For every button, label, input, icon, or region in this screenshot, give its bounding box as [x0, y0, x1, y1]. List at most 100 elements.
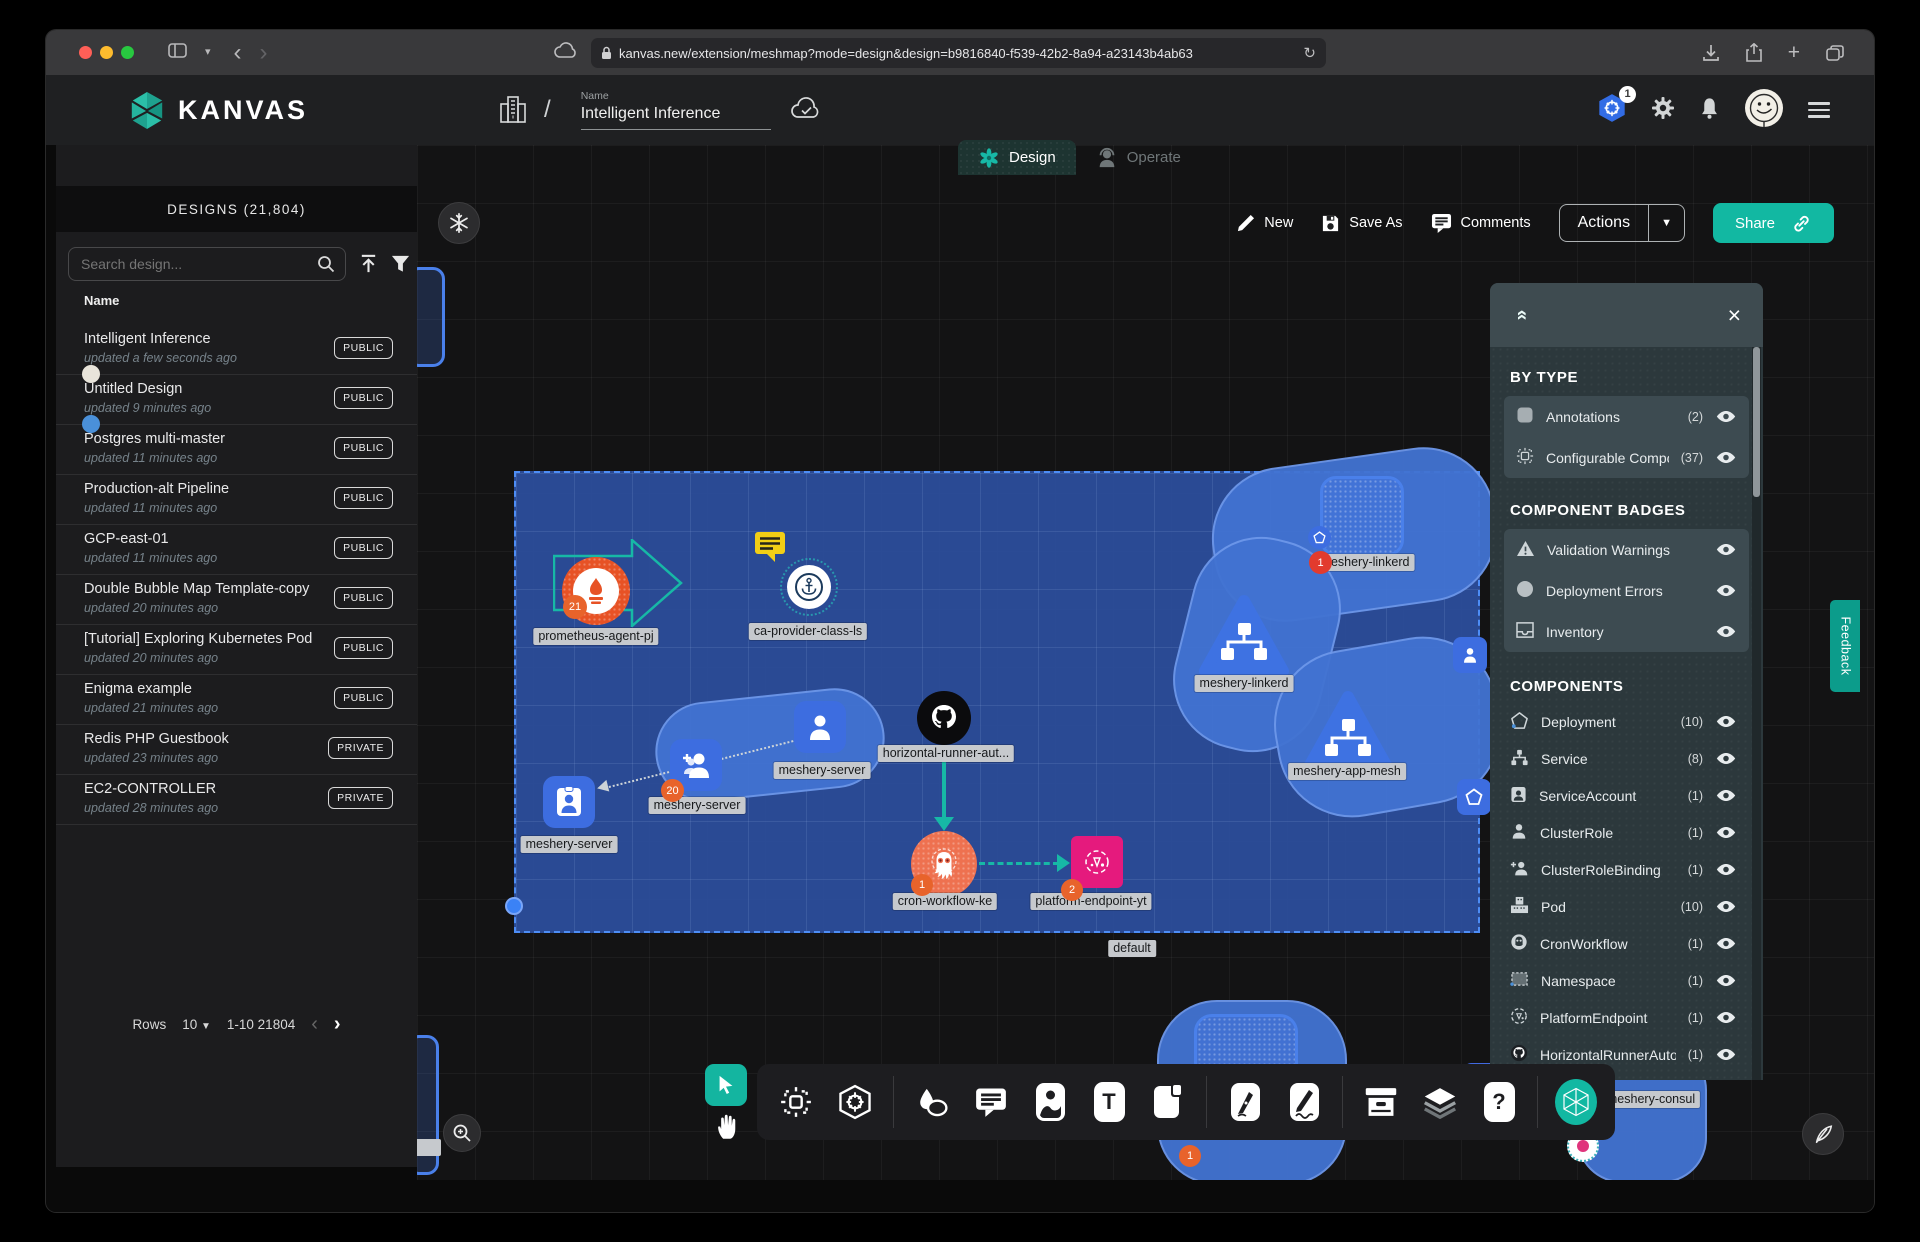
design-row[interactable]: GCP-east-01 updated 11 minutes ago PUBLI… — [56, 525, 417, 575]
user-avatar[interactable] — [1744, 88, 1784, 133]
close-panel-icon[interactable]: × — [1728, 304, 1741, 327]
panel-row-deployment-errors[interactable]: Deployment Errors — [1504, 570, 1749, 611]
minimize-window-button[interactable] — [100, 46, 113, 59]
eye-icon[interactable] — [1715, 451, 1737, 464]
selection-handle[interactable] — [505, 897, 523, 915]
platform-endpoint-node[interactable] — [1071, 836, 1123, 888]
help-tool-button[interactable]: ? — [1478, 1081, 1520, 1123]
filter-icon[interactable] — [390, 253, 411, 279]
component-row-cronworkflow[interactable]: CronWorkflow (1) — [1490, 925, 1763, 962]
comment-tool-button[interactable] — [970, 1081, 1012, 1123]
eye-icon[interactable] — [1715, 715, 1737, 728]
service-account-node[interactable] — [543, 776, 595, 828]
ca-provider-node[interactable] — [780, 558, 838, 616]
chevron-down-icon[interactable]: ▾ — [205, 47, 211, 58]
rows-per-page-select[interactable]: 10 ▼ — [182, 1017, 211, 1032]
eye-icon[interactable] — [1715, 974, 1737, 987]
settings-button[interactable] — [1651, 96, 1675, 125]
select-tool-button[interactable] — [705, 1064, 747, 1106]
eye-icon[interactable] — [1715, 1011, 1737, 1024]
pen-tool-button[interactable] — [1224, 1081, 1266, 1123]
linkerd-service-node[interactable] — [1197, 593, 1291, 681]
save-as-button[interactable]: Save As — [1321, 214, 1402, 233]
pan-tool-button[interactable] — [709, 1108, 745, 1144]
design-row[interactable]: [Tutorial] Exploring Kubernetes Pod upda… — [56, 625, 417, 675]
linkerd-deployment-node[interactable] — [1320, 476, 1404, 556]
reload-icon[interactable]: ↻ — [1303, 44, 1316, 62]
actions-button[interactable]: Actions — [1560, 205, 1648, 241]
notifications-button[interactable] — [1699, 96, 1720, 125]
tab-operate[interactable]: Operate — [1076, 140, 1201, 175]
design-row[interactable]: Redis PHP Guestbook updated 23 minutes a… — [56, 725, 417, 775]
clipped-node[interactable] — [417, 267, 445, 367]
eye-icon[interactable] — [1715, 410, 1737, 423]
panel-row-configurable[interactable]: Configurable Compon (37) — [1504, 437, 1749, 478]
tab-design[interactable]: Design — [958, 140, 1076, 175]
cloud-icon[interactable] — [554, 42, 578, 64]
design-row[interactable]: EC2-CONTROLLER updated 28 minutes ago PR… — [56, 775, 417, 825]
drawer-tool-button[interactable] — [1360, 1081, 1402, 1123]
panel-scrollbar[interactable] — [1752, 347, 1761, 1080]
panel-row-annotations[interactable]: Annotations (2) — [1504, 396, 1749, 437]
component-row-clusterrolebinding[interactable]: ClusterRoleBinding (1) — [1490, 851, 1763, 888]
share-button[interactable]: Share — [1713, 203, 1834, 243]
feedback-tab[interactable]: Feedback — [1830, 600, 1860, 692]
comments-button[interactable]: Comments — [1431, 213, 1531, 233]
layers-tool-button[interactable] — [1419, 1081, 1461, 1123]
import-design-icon[interactable] — [358, 253, 379, 279]
component-row-pod[interactable]: Pod (10) — [1490, 888, 1763, 925]
zoom-area-button[interactable] — [443, 1114, 481, 1152]
search-input[interactable] — [79, 255, 311, 273]
eye-icon[interactable] — [1715, 752, 1737, 765]
component-tool-button[interactable] — [775, 1081, 817, 1123]
eye-icon[interactable] — [1715, 543, 1737, 556]
design-row[interactable]: Intelligent Inference updated a few seco… — [56, 325, 417, 375]
clipped-node[interactable] — [1453, 637, 1487, 673]
zoom-window-button[interactable] — [121, 46, 134, 59]
downloads-icon[interactable] — [1702, 44, 1720, 62]
component-row-clusterrole[interactable]: ClusterRole (1) — [1490, 814, 1763, 851]
collapse-panel-icon[interactable]: « — [1510, 310, 1532, 321]
design-row[interactable]: Untitled Design updated 9 minutes ago PU… — [56, 375, 417, 425]
eye-icon[interactable] — [1715, 900, 1737, 913]
cluster-role-node[interactable] — [794, 701, 846, 753]
eye-icon[interactable] — [1715, 863, 1737, 876]
eye-icon[interactable] — [1715, 1048, 1737, 1061]
eye-icon[interactable] — [1715, 826, 1737, 839]
eye-icon[interactable] — [1715, 625, 1737, 638]
eye-icon[interactable] — [1715, 584, 1737, 597]
tab-overview-icon[interactable] — [1826, 45, 1844, 61]
kubernetes-tool-button[interactable] — [834, 1081, 876, 1123]
snowflake-button[interactable] — [438, 202, 480, 244]
url-bar[interactable]: kanvas.new/extension/meshmap?mode=design… — [591, 38, 1326, 68]
comment-annotation[interactable] — [753, 529, 787, 568]
design-row[interactable]: Postgres multi-master updated 11 minutes… — [56, 425, 417, 475]
panel-row-validation-warnings[interactable]: Validation Warnings — [1504, 529, 1749, 570]
signature-button[interactable] — [1802, 1113, 1844, 1155]
design-canvas[interactable]: default 21 prometheus-agent-pj — [417, 145, 1874, 1180]
share-icon[interactable] — [1746, 43, 1762, 62]
kubernetes-context-button[interactable]: 1 — [1597, 93, 1627, 128]
pencil-tool-button[interactable] — [1283, 1081, 1325, 1123]
eye-icon[interactable] — [1715, 937, 1737, 950]
actions-dropdown-button[interactable]: ▼ — [1648, 205, 1684, 241]
design-row[interactable]: Enigma example updated 21 minutes ago PU… — [56, 675, 417, 725]
forward-icon[interactable]: › — [260, 41, 268, 65]
design-name-input[interactable] — [581, 103, 771, 130]
design-search[interactable] — [68, 247, 346, 281]
design-name-field[interactable]: Name — [581, 90, 771, 130]
organization-icon[interactable] — [498, 92, 528, 129]
component-row-deployment[interactable]: Deployment (10) — [1490, 703, 1763, 740]
clipped-node[interactable] — [1457, 779, 1491, 815]
back-icon[interactable]: ‹ — [234, 41, 242, 65]
component-row-serviceaccount[interactable]: ServiceAccount (1) — [1490, 777, 1763, 814]
panel-row-inventory[interactable]: Inventory — [1504, 611, 1749, 652]
kanvas-logo[interactable]: KANVAS — [128, 90, 308, 130]
prev-page-button[interactable]: ‹ — [311, 1013, 318, 1036]
component-row-namespace[interactable]: Namespace (1) — [1490, 962, 1763, 999]
meshery-extension-button[interactable] — [1555, 1081, 1597, 1123]
component-row-service[interactable]: Service (8) — [1490, 740, 1763, 777]
new-button[interactable]: New — [1236, 214, 1293, 233]
sticky-note-tool-button[interactable] — [1147, 1081, 1189, 1123]
close-window-button[interactable] — [79, 46, 92, 59]
